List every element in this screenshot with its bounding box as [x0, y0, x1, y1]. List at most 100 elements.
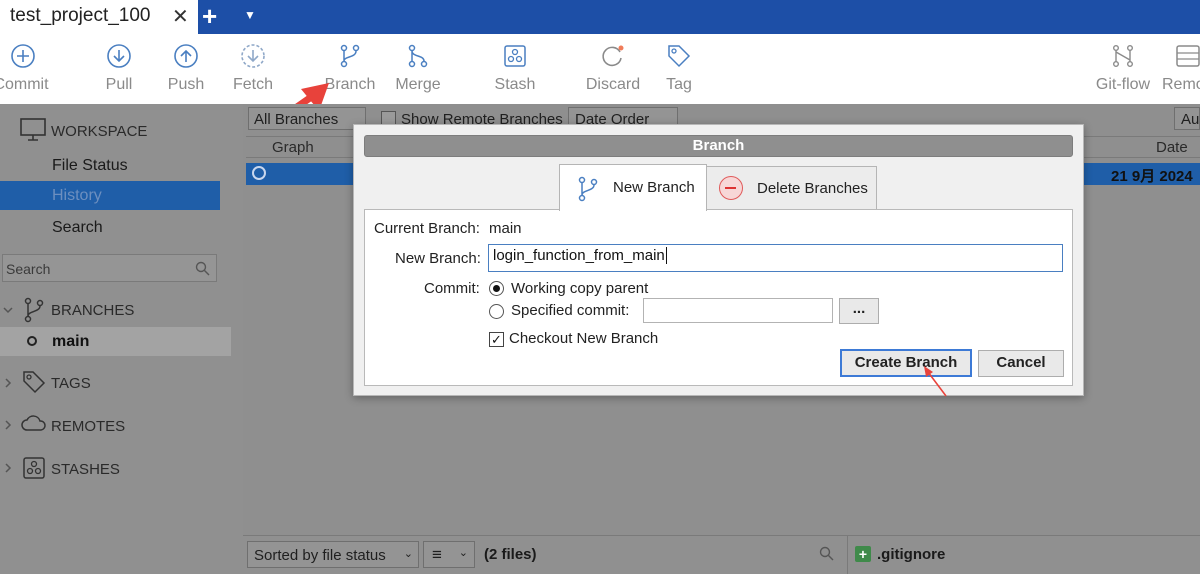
monitor-icon — [20, 118, 46, 141]
tag-label: Tag — [666, 76, 692, 93]
cloud-icon — [21, 415, 46, 431]
discard-icon — [602, 45, 624, 67]
file-name[interactable]: .gitignore — [877, 546, 945, 563]
tag-button[interactable]: Tag — [654, 34, 704, 104]
branch-icon — [340, 44, 360, 68]
chevron-down-icon: ⌄ — [403, 548, 413, 560]
tag-icon — [23, 371, 46, 394]
gitflow-label: Git-flow — [1095, 76, 1151, 93]
chevron-down-icon — [3, 307, 13, 314]
specified-commit-radio[interactable] — [489, 304, 504, 319]
branch-icon — [24, 297, 44, 323]
stashes-heading[interactable]: STASHES — [51, 461, 120, 478]
list-icon: ≡ — [432, 545, 442, 564]
working-copy-label: Working copy parent — [511, 280, 649, 297]
gitflow-button[interactable]: Git-flow — [1092, 34, 1154, 104]
remove-icon — [719, 176, 743, 200]
remotes-heading[interactable]: REMOTES — [51, 418, 125, 435]
sort-value: Sorted by file status — [254, 547, 386, 564]
view-mode-select[interactable]: ≡ ⌄ — [423, 541, 475, 568]
working-copy-radio[interactable] — [489, 281, 504, 296]
commit-label: Commit — [0, 76, 49, 93]
chevron-right-icon — [5, 378, 12, 388]
pull-label: Pull — [105, 76, 133, 93]
remote-button[interactable]: Remote — [1160, 34, 1200, 104]
merge-button[interactable]: Merge — [392, 34, 444, 104]
merge-label: Merge — [395, 76, 441, 93]
sidebar-item-file-status[interactable]: File Status — [52, 157, 128, 175]
chevron-down-icon[interactable]: ▼ — [244, 8, 256, 22]
pull-button[interactable]: Pull — [94, 34, 144, 104]
file-status-bar: Sorted by file status ⌄ ≡ ⌄ (2 files) + … — [243, 535, 1200, 574]
main-branch-label: main — [52, 333, 90, 350]
fetch-icon — [241, 44, 265, 68]
tab-delete-branches-label: Delete Branches — [757, 180, 868, 197]
specified-commit-input[interactable] — [643, 298, 833, 323]
push-button[interactable]: Push — [161, 34, 211, 104]
branch-head-icon — [27, 336, 37, 346]
add-tab-icon[interactable]: + — [202, 1, 217, 32]
stash-icon — [23, 457, 45, 479]
create-branch-button[interactable]: Create Branch — [840, 349, 972, 377]
tab-new-branch-label: New Branch — [613, 179, 695, 196]
graph-column-header[interactable]: Graph — [272, 139, 314, 156]
cancel-button[interactable]: Cancel — [978, 350, 1064, 377]
project-tab-title: test_project_100 — [10, 5, 151, 26]
sidebar: WORKSPACE File Status Search BRANCHES ma… — [0, 104, 243, 574]
remote-icon — [1176, 45, 1200, 67]
checkout-label: Checkout New Branch — [509, 330, 659, 347]
tab-delete-branches[interactable]: Delete Branches — [706, 166, 877, 212]
remote-label: Remote — [1162, 76, 1200, 93]
commit-node-icon — [252, 166, 266, 180]
sidebar-item-search[interactable]: Search — [52, 219, 103, 237]
search-icon — [195, 261, 210, 276]
tags-heading[interactable]: TAGS — [51, 375, 91, 392]
push-icon — [174, 44, 198, 68]
discard-label: Discard — [585, 76, 641, 93]
new-branch-input-value: login_function_from_main — [493, 247, 667, 264]
sidebar-search-input[interactable]: Search — [2, 254, 217, 282]
new-branch-input[interactable]: login_function_from_main — [488, 244, 1063, 272]
toolbar: Commit Pull Push Fetch Branch Merge Stas… — [0, 34, 1200, 104]
stash-button[interactable]: Stash — [490, 34, 540, 104]
dialog-title: Branch — [364, 135, 1073, 157]
search-icon[interactable] — [819, 546, 834, 561]
title-bar: test_project_100 ✕ + ▼ — [0, 0, 1200, 34]
plus-circle-icon — [11, 44, 35, 68]
auto-select[interactable]: Auto — [1174, 107, 1200, 130]
chevron-right-icon — [5, 463, 12, 473]
new-branch-label: New Branch: — [395, 250, 481, 267]
branch-filter-value: All Branches — [254, 111, 339, 128]
specified-commit-label: Specified commit: — [511, 302, 630, 319]
stash-icon — [504, 45, 526, 67]
current-branch-label: Current Branch: — [374, 220, 480, 237]
added-file-icon: + — [855, 546, 871, 562]
file-count: (2 files) — [484, 546, 537, 563]
tab-new-branch[interactable]: New Branch — [559, 164, 707, 211]
merge-icon — [408, 44, 428, 68]
chevron-right-icon — [5, 420, 12, 430]
sidebar-item-history[interactable]: History — [0, 181, 220, 210]
current-branch-value: main — [489, 220, 522, 237]
branch-icon — [578, 176, 598, 202]
push-label: Push — [167, 76, 205, 93]
sort-select[interactable]: Sorted by file status ⌄ — [247, 541, 419, 568]
branches-heading[interactable]: BRANCHES — [51, 302, 134, 319]
auto-value: Auto — [1181, 111, 1200, 128]
browse-commit-button[interactable]: ... — [839, 298, 879, 324]
sidebar-item-main[interactable]: main — [0, 327, 231, 356]
discard-button[interactable]: Discard — [582, 34, 644, 104]
history-label: History — [52, 187, 102, 204]
close-icon[interactable]: ✕ — [172, 4, 189, 29]
project-tab[interactable]: test_project_100 ✕ — [0, 0, 198, 34]
checkout-checkbox[interactable]: ✓ — [489, 332, 504, 347]
divider — [847, 536, 848, 574]
workspace-heading: WORKSPACE — [51, 123, 148, 140]
branch-filter-select[interactable]: All Branches — [248, 107, 366, 130]
annotation-pointer-icon — [924, 366, 947, 397]
commit-date: 21 9月 2024 — [1111, 168, 1193, 185]
new-branch-panel: Current Branch: main New Branch: login_f… — [364, 209, 1073, 386]
branch-dialog: Branch New Branch Delete Branches Curren… — [353, 124, 1084, 396]
commit-button[interactable]: Commit — [0, 34, 52, 104]
date-column-header[interactable]: Date — [1156, 139, 1188, 156]
